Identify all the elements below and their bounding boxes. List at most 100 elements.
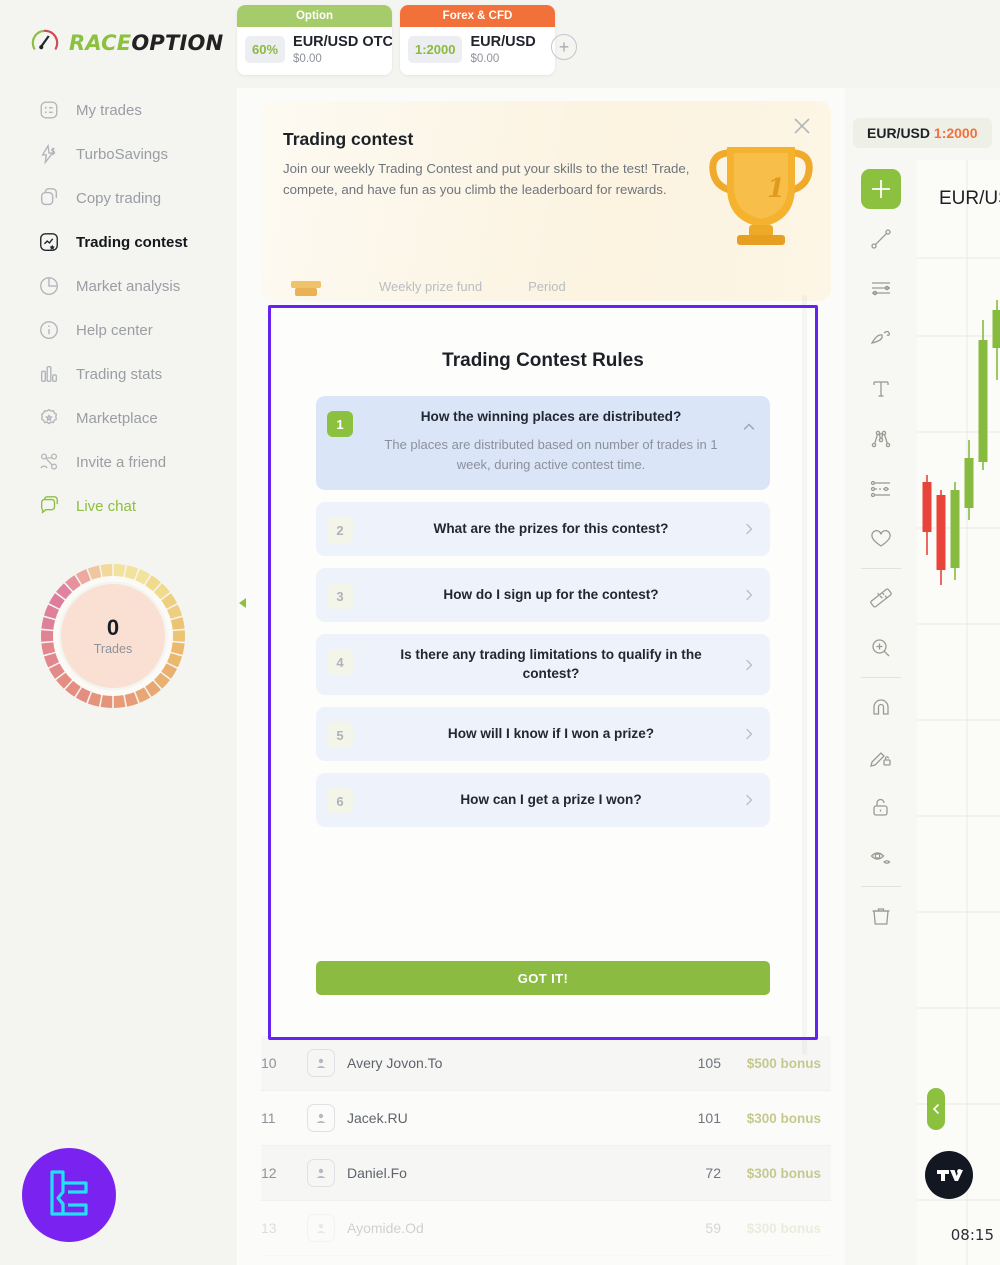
chevron-right-icon[interactable]: [742, 588, 756, 602]
ruler-icon: [870, 588, 892, 608]
sidebar-item-trading-stats[interactable]: Trading stats: [0, 352, 237, 396]
chart-collapse-button[interactable]: [927, 1088, 945, 1130]
trades-label: Trades: [93, 641, 133, 656]
favorites-tool[interactable]: [860, 514, 902, 564]
brand-name-race: RACE: [69, 31, 132, 55]
chat-bubble-icon: [40, 496, 58, 514]
text-tool[interactable]: [860, 364, 902, 414]
lc-brand-icon: [50, 1170, 88, 1216]
text-icon: [873, 381, 889, 397]
chevron-up-icon[interactable]: [742, 420, 756, 434]
lock-tool[interactable]: [860, 782, 902, 832]
sidebar-item-label: Trading contest: [76, 233, 188, 251]
got-it-button[interactable]: GOT IT!: [316, 961, 770, 995]
sidebar-item-marketplace[interactable]: Marketplace: [0, 396, 237, 440]
table-row[interactable]: 12 Daniel.Fo 72 $300 bonus: [261, 1146, 831, 1201]
fib-levels-tool[interactable]: [860, 264, 902, 314]
trades-donut-center: 0 Trades: [38, 561, 188, 711]
sidebar-item-trading-contest[interactable]: Trading contest: [0, 220, 237, 264]
faq-question: How will I know if I won a prize?: [447, 725, 655, 741]
asset-tab-forex-header: Forex & CFD: [400, 5, 555, 27]
asset-tab-forex-leverage: 1:2000: [408, 36, 463, 64]
banner-description: Join our weekly Trading Contest and put …: [283, 161, 690, 197]
row-score: 101: [697, 1110, 721, 1126]
forecast-icon: [870, 480, 890, 498]
crosshair-tool[interactable]: [861, 169, 901, 209]
object-tree-tool[interactable]: [860, 1250, 902, 1265]
chevron-right-icon[interactable]: [742, 658, 756, 672]
forecast-tool[interactable]: [860, 464, 902, 514]
asset-tab-option[interactable]: Option 60% EUR/USD OTC $0.00: [237, 5, 392, 75]
faq-question: How the winning places are distributed?: [420, 409, 682, 424]
sidebar-item-market-analysis[interactable]: Market analysis: [0, 264, 237, 308]
faq-item-2[interactable]: 2 What are the prizes for this contest?: [316, 502, 770, 557]
magnet-tool[interactable]: [860, 682, 902, 732]
sidebar-collapse-button[interactable]: [236, 596, 248, 610]
user-icon: [316, 1058, 326, 1068]
trend-line-tool[interactable]: [860, 214, 902, 264]
stat-label-period: Period: [528, 278, 566, 294]
toolbar-divider: [861, 677, 901, 678]
user-icon: [316, 1113, 326, 1123]
drawing-lock-tool[interactable]: [860, 732, 902, 782]
row-score: 105: [697, 1055, 721, 1071]
patterns-icon: [871, 430, 891, 448]
asset-tab-option-name: EUR/USD OTC: [293, 34, 392, 50]
row-score: 59: [705, 1220, 721, 1236]
magnet-icon: [873, 699, 889, 715]
faq-question: Is there any trading limitations to qual…: [400, 647, 702, 681]
trades-donut-widget: 0 Trades: [38, 561, 188, 711]
candle-up-3: [978, 320, 988, 470]
tradingview-logo[interactable]: [925, 1151, 973, 1199]
sidebar-item-invite-a-friend[interactable]: Invite a friend: [0, 440, 237, 484]
chevron-right-icon[interactable]: [742, 793, 756, 807]
hide-drawings-tool[interactable]: [860, 832, 902, 882]
brand-name: RACEOPTION: [69, 31, 223, 55]
asset-tab-forex[interactable]: Forex & CFD 1:2000 EUR/USD $0.00: [400, 5, 555, 75]
copy-icon: [40, 188, 58, 206]
row-prize: $500 bonus: [746, 1055, 821, 1071]
zoom-in-tool[interactable]: [860, 623, 902, 673]
add-asset-button[interactable]: +: [551, 34, 577, 60]
faq-question: How can I get a prize I won?: [460, 791, 642, 807]
faq-question: What are the prizes for this contest?: [433, 521, 669, 537]
asset-tab-forex-name: EUR/USD: [470, 34, 536, 50]
table-row[interactable]: 11 Jacek.RU 101 $300 bonus: [261, 1091, 831, 1146]
faq-item-1[interactable]: 1 How the winning places are distributed…: [316, 396, 770, 491]
candle-up-4: [992, 300, 1000, 380]
trend-line-icon: [871, 229, 891, 249]
faq-item-6[interactable]: 6 How can I get a prize I won?: [316, 773, 770, 828]
modal-scrollbar[interactable]: [802, 295, 807, 1055]
row-rank: 11: [261, 1110, 276, 1126]
faq-item-3[interactable]: 3 How do I sign up for the contest?: [316, 568, 770, 623]
faq-number: 4: [327, 649, 353, 676]
sidebar-item-label: Marketplace: [76, 409, 158, 427]
chevron-right-icon[interactable]: [742, 522, 756, 536]
table-row[interactable]: 10 Avery Jovon.To 105 $500 bonus: [261, 1036, 831, 1091]
brush-tool[interactable]: [860, 314, 902, 364]
row-prize: $300 bonus: [746, 1165, 821, 1181]
chevron-right-icon[interactable]: [742, 727, 756, 741]
sidebar-item-copy-trading[interactable]: Copy trading: [0, 176, 237, 220]
remove-drawings-tool[interactable]: [860, 891, 902, 941]
sidebar-item-live-chat[interactable]: Live chat: [0, 484, 237, 528]
patterns-tool[interactable]: [860, 414, 902, 464]
brand-logo[interactable]: RACEOPTION: [30, 28, 223, 58]
avatar: [307, 1159, 347, 1187]
asset-tab-option-balance: $0.00: [293, 52, 322, 65]
measure-tool[interactable]: [860, 573, 902, 623]
chart-pair-pill[interactable]: EUR/USD 1:2000: [853, 118, 992, 148]
table-row[interactable]: 13 Ayomide.Od 59 $300 bonus: [261, 1201, 831, 1256]
pencil-lock-icon: [870, 752, 891, 767]
faq-item-5[interactable]: 5 How will I know if I won a prize?: [316, 707, 770, 762]
sidebar-item-help-center[interactable]: Help center: [0, 308, 237, 352]
sidebar-item-label: Trading stats: [76, 365, 163, 383]
bolt-dollar-icon: [41, 143, 56, 165]
toolbar-divider: [861, 886, 901, 887]
faq-item-4[interactable]: 4 Is there any trading limitations to qu…: [316, 634, 770, 696]
faq-number: 6: [327, 788, 353, 815]
sidebar-item-turbosavings[interactable]: TurboSavings: [0, 132, 237, 176]
trades-count: 0: [106, 614, 120, 640]
candle-down-2: [936, 490, 946, 585]
sidebar-item-my-trades[interactable]: My trades: [0, 88, 237, 132]
